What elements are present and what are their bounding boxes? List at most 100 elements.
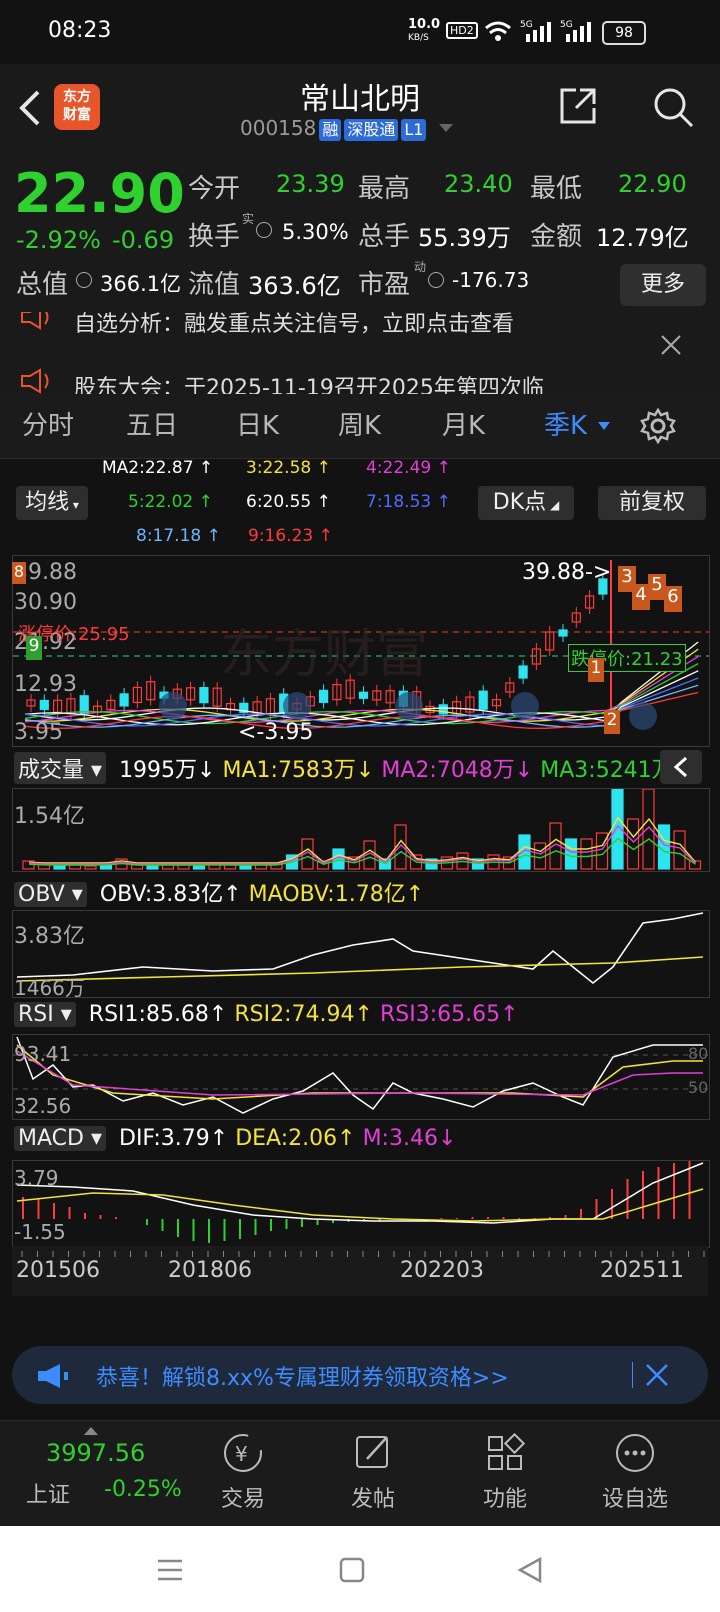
- macd-panel[interactable]: [12, 1160, 710, 1248]
- ma-item: MA2:22.87 ↑: [102, 458, 214, 478]
- info-icon[interactable]: [256, 222, 272, 238]
- rsi2-line: [16, 1044, 703, 1100]
- obv-legend: OBV ▾ OBV:3.83亿↑ MAOBV:1.78亿↑: [14, 876, 424, 908]
- macd-select[interactable]: MACD ▾: [14, 1126, 106, 1151]
- volume-chart[interactable]: [13, 786, 709, 871]
- pe-sup: 动: [414, 260, 427, 274]
- macd-chart[interactable]: [13, 1161, 709, 1247]
- signal-marker[interactable]: 2: [604, 710, 620, 734]
- index-change: -0.25%: [104, 1477, 182, 1502]
- index-ticker[interactable]: 3997.56 上证 -0.25%: [0, 1421, 190, 1527]
- info-icon[interactable]: [428, 272, 444, 288]
- rsi-select[interactable]: RSI ▾: [14, 1002, 76, 1027]
- ma-item: 8:17.18 ↑: [136, 526, 221, 546]
- volume-legend: 成交量 ▾ 1995万↓ MA1:7583万↓ MA2:7048万↓ MA3:5…: [14, 752, 692, 784]
- notice-line-1[interactable]: 自选分析：融发重点关注信号，立即点击查看: [74, 312, 514, 338]
- ma-item: 9:16.23 ↑: [248, 526, 333, 546]
- ma-select-label: 均线: [25, 490, 70, 515]
- share-icon[interactable]: [558, 86, 598, 126]
- nav-trade[interactable]: ¥ 交易: [188, 1421, 298, 1513]
- rsi1-line: [16, 1036, 703, 1114]
- signal-marker[interactable]: 1: [588, 658, 604, 682]
- signal-marker[interactable]: 6: [664, 586, 682, 612]
- menu-icon[interactable]: [156, 1558, 184, 1582]
- speaker-icon: [21, 368, 49, 394]
- candle-body: [358, 691, 369, 699]
- date-label: 201506: [16, 1258, 100, 1283]
- dk-point-button[interactable]: DK点 ◢: [478, 486, 574, 520]
- macd-dif: DIF:3.79↑: [119, 1126, 229, 1151]
- rsi-panel[interactable]: [12, 1034, 710, 1120]
- turnover-sup: 实: [242, 212, 255, 226]
- close-icon[interactable]: [644, 1362, 670, 1388]
- low-label: 最低: [530, 174, 583, 204]
- tab-intraday[interactable]: 分时: [22, 394, 74, 458]
- info-icon[interactable]: [76, 272, 92, 288]
- back-icon[interactable]: [516, 1556, 544, 1584]
- chevron-down-icon[interactable]: [437, 121, 455, 135]
- rsi3-value: RSI3:65.65↑: [379, 1002, 519, 1027]
- tab-weekly[interactable]: 周K: [338, 394, 381, 458]
- nav-functions[interactable]: 功能: [450, 1421, 560, 1513]
- banner-text[interactable]: 恭喜！解锁8.xx%专属理财券领取资格>>: [96, 1360, 509, 1392]
- volume-panel[interactable]: [12, 786, 710, 872]
- float-label: 流值: [188, 270, 241, 300]
- stock-code-row: 000158 融深股通 L1: [240, 116, 455, 141]
- macd-y-bottom: -1.55: [14, 1220, 66, 1244]
- notice-line-2[interactable]: 股东大会：于2025-11-19召开2025年第四次临: [74, 370, 544, 394]
- index-value: 3997.56: [46, 1439, 146, 1467]
- macd-dea: DEA:2.06↑: [235, 1126, 356, 1151]
- wifi-icon: [485, 21, 511, 41]
- ma-item: 4:22.49 ↑: [366, 458, 451, 478]
- home-icon[interactable]: [338, 1556, 366, 1584]
- open-value: 23.39: [276, 170, 345, 198]
- net-unit: KB/S: [408, 33, 429, 43]
- candle-body: [39, 699, 49, 711]
- signal-marker[interactable]: 9: [26, 636, 42, 660]
- candle-body: [518, 665, 528, 679]
- rsi1-value: RSI1:85.68↑: [88, 1002, 228, 1027]
- obv-chart[interactable]: [13, 911, 709, 997]
- signal-marker[interactable]: 8: [12, 562, 26, 584]
- tab-five-day[interactable]: 五日: [126, 394, 178, 458]
- volume-select[interactable]: 成交量 ▾: [14, 752, 107, 784]
- tab-monthly[interactable]: 月K: [442, 394, 485, 458]
- rsi2-value: RSI2:74.94↑: [234, 1002, 373, 1027]
- net-speed: 10.0: [408, 17, 441, 32]
- ma-select[interactable]: 均线 ▾: [16, 486, 88, 520]
- search-icon[interactable]: [652, 86, 696, 130]
- macd-y-top: 3.79: [14, 1166, 59, 1190]
- quote-panel: 22.90 -2.92% -0.69 今开 23.39 最高 23.40 最低 …: [0, 152, 720, 312]
- gear-icon[interactable]: [640, 408, 676, 444]
- rsi-chart[interactable]: [13, 1035, 709, 1119]
- nav-add-watchlist[interactable]: 设自选: [580, 1421, 690, 1513]
- obv-select[interactable]: OBV ▾: [14, 882, 87, 907]
- high-marker: 39.88->: [522, 560, 612, 585]
- chevron-left-icon: [673, 756, 688, 778]
- tab-daily[interactable]: 日K: [236, 394, 279, 458]
- rsi-select-label: RSI: [18, 1002, 54, 1027]
- amount-value: 12.79亿: [596, 224, 689, 252]
- volume-bar: [673, 830, 686, 870]
- date-label: 202511: [600, 1258, 684, 1283]
- volume-ma3-line: [28, 837, 696, 866]
- close-icon[interactable]: [660, 334, 682, 356]
- edit-icon: [356, 1436, 388, 1468]
- volume-bar: [626, 818, 640, 870]
- open-label: 今开: [188, 174, 241, 204]
- event-dot: [511, 692, 539, 720]
- yen-circle-icon: ¥: [224, 1434, 262, 1472]
- adjust-button[interactable]: 前复权: [598, 486, 706, 520]
- promo-banner[interactable]: 恭喜！解锁8.xx%专属理财券领取资格>>: [12, 1346, 708, 1404]
- tab-quarterly[interactable]: 季K: [544, 394, 587, 458]
- obv-panel[interactable]: [12, 910, 710, 998]
- more-button[interactable]: 更多: [620, 264, 706, 306]
- event-dot: [395, 692, 423, 720]
- dea-line: [16, 1188, 704, 1222]
- volume-select-label: 成交量: [18, 758, 85, 783]
- pe-label: 市盈: [358, 270, 411, 300]
- chevron-down-icon[interactable]: [598, 422, 610, 432]
- nav-post[interactable]: 发帖: [318, 1421, 428, 1513]
- collapse-button[interactable]: [660, 750, 702, 784]
- nav-functions-label: 功能: [482, 1487, 527, 1512]
